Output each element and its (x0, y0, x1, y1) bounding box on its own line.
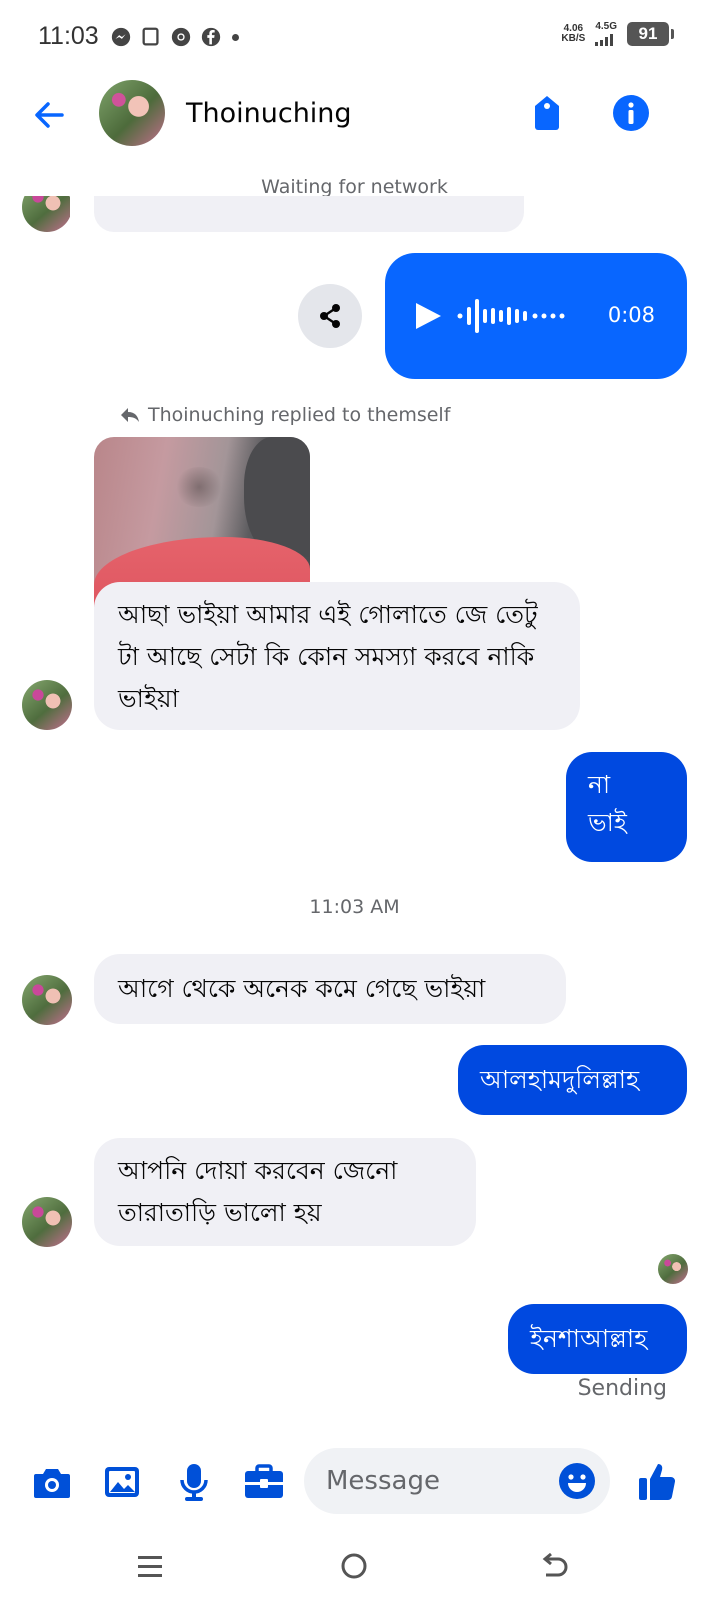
avatar (22, 196, 70, 232)
voice-duration: 0:08 (607, 303, 655, 327)
camera-icon[interactable] (30, 1460, 74, 1504)
back-icon[interactable] (534, 1546, 574, 1586)
reply-note-text: Thoinuching replied to themself (148, 404, 451, 426)
delivery-status: Sending (577, 1376, 667, 1401)
contact-name[interactable]: Thoinuching (186, 98, 352, 129)
status-bar: 11:03 4.06 KB/S 4.5G 91 (0, 0, 709, 76)
home-icon[interactable] (334, 1546, 374, 1586)
avatar (658, 1254, 688, 1284)
outgoing-message[interactable]: ইনশাআল্লাহ (508, 1304, 687, 1374)
incoming-message[interactable]: আছা ভাইয়া আমার এই গোলাতে জে তেটু টা আছে… (94, 582, 580, 730)
share-icon (320, 304, 340, 328)
reply-icon (121, 408, 139, 422)
network-speed: 4.06 KB/S (561, 23, 586, 44)
network-status: Waiting for network (261, 176, 448, 198)
tag-icon[interactable] (531, 94, 563, 132)
timestamp: 11:03 AM (309, 896, 400, 918)
screen-icon (142, 27, 159, 46)
microphone-icon[interactable] (172, 1460, 216, 1504)
briefcase-icon[interactable] (242, 1460, 286, 1504)
sender-avatar (22, 1197, 72, 1247)
read-receipt-avatar (658, 1254, 688, 1284)
thumbs-up-icon[interactable] (636, 1460, 680, 1504)
sender-avatar (22, 196, 70, 232)
chrome-icon (171, 27, 191, 47)
system-navigation-bar (0, 1530, 709, 1600)
composer-bar (0, 1438, 709, 1528)
incoming-message[interactable]: আপনি দোয়া করবেন জেনো তারাতাড়ি ভালো হয় (94, 1138, 476, 1246)
gallery-icon[interactable] (100, 1460, 144, 1504)
incoming-message[interactable]: আগে থেকে অনেক কমে গেছে ভাইয়া (94, 954, 566, 1024)
sender-avatar (22, 680, 72, 730)
outgoing-message[interactable]: আলহামদুলিল্লাহ (458, 1045, 687, 1115)
play-icon[interactable] (413, 301, 443, 331)
notification-icons (110, 26, 239, 48)
reply-note: Thoinuching replied to themself (120, 404, 450, 426)
outgoing-message[interactable]: না ভাই (566, 752, 687, 862)
recent-apps-icon[interactable] (130, 1546, 170, 1586)
more-notifications-dot (232, 33, 239, 41)
status-time: 11:03 (38, 22, 99, 50)
messenger-icon (111, 27, 131, 47)
waveform-icon (457, 299, 565, 333)
emoji-icon[interactable] (558, 1462, 596, 1500)
message-bubble-partial[interactable] (94, 196, 524, 232)
network-type: 4.5G (595, 21, 617, 32)
contact-avatar[interactable] (99, 80, 165, 146)
facebook-icon (201, 27, 221, 47)
signal-bars-icon (595, 34, 617, 46)
message-field[interactable] (304, 1448, 610, 1514)
signal-indicator: 4.5G (595, 22, 617, 46)
message-input[interactable] (326, 1460, 546, 1502)
voice-message-bubble[interactable]: 0:08 (385, 253, 687, 379)
battery-icon: 91 (627, 22, 674, 46)
sender-avatar (22, 975, 72, 1025)
back-arrow-icon[interactable] (28, 94, 70, 136)
share-button[interactable] (298, 284, 362, 348)
status-right: 4.06 KB/S 4.5G 91 (561, 22, 674, 46)
info-icon[interactable] (612, 94, 650, 132)
chat-header: Thoinuching (0, 76, 709, 156)
